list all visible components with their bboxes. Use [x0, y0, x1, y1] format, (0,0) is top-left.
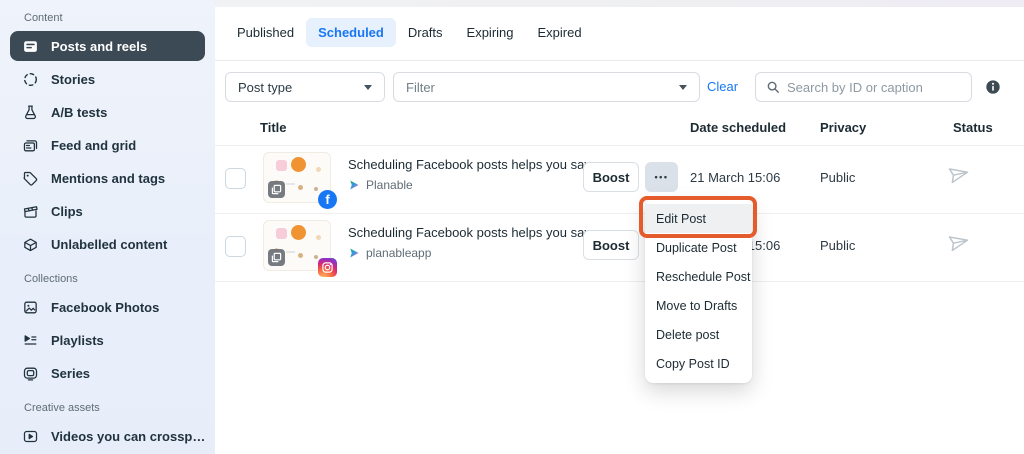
posts-icon: [24, 40, 37, 52]
sidebar-section-collections: Collections: [24, 273, 78, 285]
sidebar-item-label: Stories: [51, 71, 96, 87]
table-row: f Scheduling Facebook posts helps you sa…: [215, 146, 1024, 214]
search-input[interactable]: [787, 79, 961, 95]
sidebar-item-unlabelled-content[interactable]: Unlabelled content: [10, 229, 205, 259]
sidebar-item-label: Posts and reels: [51, 38, 148, 54]
sidebar-item-label: Feed and grid: [51, 137, 137, 153]
facebook-icon: f: [318, 190, 337, 209]
tab-published[interactable]: Published: [225, 18, 306, 47]
planable-logo-icon: [350, 180, 359, 190]
post-account: Planable: [348, 178, 611, 192]
post-info: Scheduling Facebook posts helps you save…: [348, 225, 611, 260]
menu-item-delete-post[interactable]: Delete post: [645, 320, 752, 349]
sidebar: Content Posts and reels Stories A/B test…: [0, 0, 215, 454]
paper-plane-icon: [948, 163, 970, 185]
main-content: Published Scheduled Drafts Expiring Expi…: [215, 0, 1024, 454]
filter-dropdown-placeholder: Filter: [406, 79, 435, 95]
row-checkbox[interactable]: [225, 168, 246, 189]
column-header-date-scheduled[interactable]: Date scheduled: [690, 120, 786, 135]
sidebar-item-videos-crosspost[interactable]: Videos you can crossp…: [10, 421, 205, 451]
sidebar-item-label: Playlists: [51, 332, 104, 348]
tab-scheduled[interactable]: Scheduled: [306, 18, 396, 47]
post-options-menu: Edit Post Duplicate Post Reschedule Post…: [645, 199, 752, 383]
row-checkbox[interactable]: [225, 236, 246, 257]
search-icon: [767, 81, 779, 93]
info-icon[interactable]: [985, 79, 1001, 95]
tab-expiring[interactable]: Expiring: [455, 18, 526, 47]
sidebar-item-label: A/B tests: [51, 104, 108, 120]
sidebar-item-label: Clips: [51, 203, 83, 219]
post-info: Scheduling Facebook posts helps you save…: [348, 157, 611, 192]
menu-item-copy-post-id[interactable]: Copy Post ID: [645, 349, 752, 378]
column-header-privacy[interactable]: Privacy: [820, 120, 866, 135]
chevron-down-icon: [679, 84, 687, 90]
account-name: Planable: [366, 178, 413, 192]
divider: [215, 60, 1024, 61]
paper-plane-icon: [948, 231, 970, 253]
menu-item-edit-post[interactable]: Edit Post: [645, 204, 752, 233]
search-box[interactable]: [755, 72, 972, 102]
playlist-icon: [24, 334, 37, 345]
boost-button[interactable]: Boost: [583, 230, 639, 260]
clapperboard-icon: [23, 205, 38, 218]
post-type-dropdown[interactable]: Post type: [225, 72, 385, 102]
box-icon: [24, 238, 37, 251]
flask-icon: [25, 104, 36, 119]
sidebar-section-creative-assets: Creative assets: [24, 402, 100, 414]
top-strip: [215, 0, 1024, 7]
sidebar-item-mentions-and-tags[interactable]: Mentions and tags: [10, 163, 205, 193]
sidebar-item-clips[interactable]: Clips: [10, 196, 205, 226]
filter-dropdown[interactable]: Filter: [393, 72, 700, 102]
menu-item-reschedule-post[interactable]: Reschedule Post: [645, 262, 752, 291]
more-options-button[interactable]: •••: [645, 162, 678, 192]
sidebar-item-feed-and-grid[interactable]: Feed and grid: [10, 130, 205, 160]
tv-icon: [23, 367, 38, 381]
post-title[interactable]: Scheduling Facebook posts helps you save…: [348, 157, 611, 172]
post-thumbnail[interactable]: [263, 220, 337, 277]
privacy-value: Public: [820, 238, 856, 253]
menu-item-duplicate-post[interactable]: Duplicate Post: [645, 233, 752, 262]
video-icon: [23, 430, 38, 442]
sidebar-item-series[interactable]: Series: [10, 358, 205, 388]
chevron-down-icon: [364, 84, 372, 90]
sidebar-item-posts-and-reels[interactable]: Posts and reels: [10, 31, 205, 61]
sidebar-item-label: Unlabelled content: [51, 236, 168, 252]
post-title[interactable]: Scheduling Facebook posts helps you save…: [348, 225, 611, 240]
post-thumbnail[interactable]: f: [263, 152, 337, 209]
multi-photo-icon: [268, 181, 285, 198]
tab-drafts[interactable]: Drafts: [396, 18, 455, 47]
tab-bar: Published Scheduled Drafts Expiring Expi…: [225, 18, 594, 47]
multi-photo-icon: [268, 249, 285, 266]
sidebar-item-facebook-photos[interactable]: Facebook Photos: [10, 292, 205, 322]
sidebar-item-label: Videos you can crossp…: [51, 428, 205, 444]
column-header-title[interactable]: Title: [260, 120, 287, 135]
planable-logo-icon: [350, 248, 359, 258]
sidebar-item-label: Series: [51, 365, 91, 381]
date-scheduled: 21 March 15:06: [690, 170, 781, 185]
sidebar-item-label: Facebook Photos: [51, 299, 160, 315]
tag-icon: [23, 171, 38, 186]
privacy-value: Public: [820, 170, 856, 185]
sidebar-item-playlists[interactable]: Playlists: [10, 325, 205, 355]
post-account: planableapp: [348, 246, 611, 260]
menu-item-move-to-drafts[interactable]: Move to Drafts: [645, 291, 752, 320]
sidebar-item-ab-tests[interactable]: A/B tests: [10, 97, 205, 127]
column-header-status[interactable]: Status: [953, 120, 993, 135]
stories-icon: [23, 72, 38, 86]
sidebar-item-label: Mentions and tags: [51, 170, 166, 186]
photo-icon: [24, 301, 37, 313]
account-name: planableapp: [366, 246, 432, 260]
sidebar-section-content: Content: [24, 12, 63, 24]
table-row: Scheduling Facebook posts helps you save…: [215, 214, 1024, 282]
feed-grid-icon: [23, 139, 38, 151]
boost-button[interactable]: Boost: [583, 162, 639, 192]
clear-filters-link[interactable]: Clear: [707, 79, 738, 94]
tab-expired[interactable]: Expired: [526, 18, 594, 47]
sidebar-item-stories[interactable]: Stories: [10, 64, 205, 94]
instagram-icon: [318, 258, 337, 277]
post-type-dropdown-label: Post type: [238, 79, 293, 95]
